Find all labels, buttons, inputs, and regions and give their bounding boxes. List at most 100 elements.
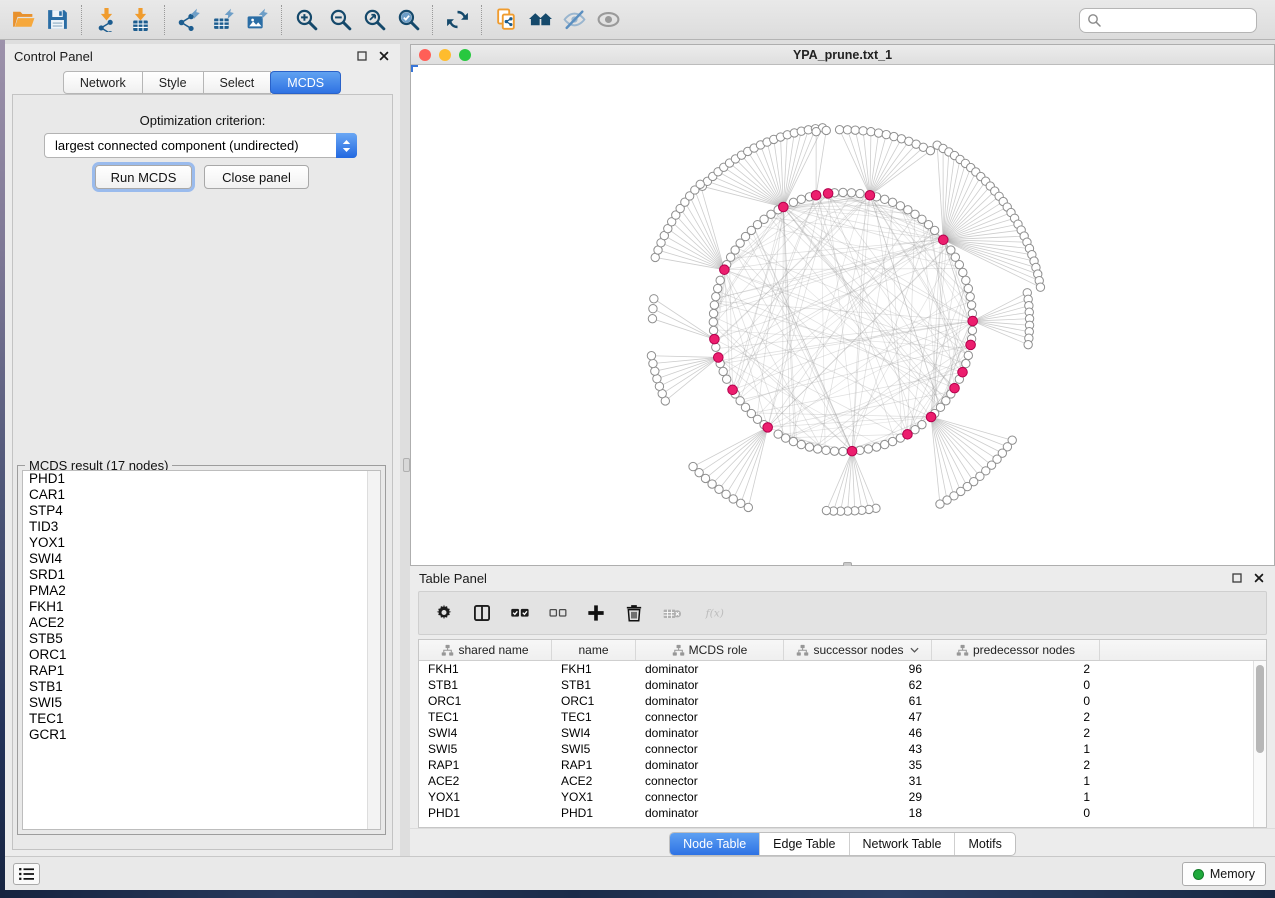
graph-edge[interactable] xyxy=(652,319,714,339)
mcds-result-item[interactable]: ACE2 xyxy=(23,615,380,631)
mcds-result-item[interactable]: TID3 xyxy=(23,519,380,535)
zoom-selected-button[interactable] xyxy=(391,3,425,37)
graph-edge[interactable] xyxy=(870,141,909,195)
graph-node[interactable] xyxy=(710,301,718,309)
table-cell[interactable]: connector xyxy=(636,709,784,725)
graph-node[interactable] xyxy=(881,195,889,203)
mcds-result-item[interactable]: SWI4 xyxy=(23,551,380,567)
graph-edge[interactable] xyxy=(724,167,784,207)
save-button[interactable] xyxy=(40,3,74,37)
graph-node[interactable] xyxy=(648,315,656,323)
graph-node[interactable] xyxy=(847,189,855,197)
graph-edge[interactable] xyxy=(841,451,852,511)
graph-edge[interactable] xyxy=(654,299,715,339)
graph-edge[interactable] xyxy=(931,417,991,465)
graph-node[interactable] xyxy=(774,430,782,438)
graph-node[interactable] xyxy=(930,226,938,234)
tab-select[interactable]: Select xyxy=(203,71,272,94)
graph-edge[interactable] xyxy=(931,417,967,487)
table-cell[interactable]: SWI5 xyxy=(419,741,552,757)
graph-edge[interactable] xyxy=(726,427,768,494)
run-mcds-button[interactable]: Run MCDS xyxy=(95,165,192,189)
column-header-name[interactable]: name xyxy=(552,640,636,660)
table-cell[interactable]: connector xyxy=(636,741,784,757)
mcds-result-item[interactable]: PMA2 xyxy=(23,583,380,599)
graph-node[interactable] xyxy=(713,284,721,292)
graph-dominator-node[interactable] xyxy=(938,235,948,245)
graph-node[interactable] xyxy=(835,126,843,134)
table-row[interactable]: TEC1TEC1connector472 xyxy=(419,709,1253,725)
graph-node[interactable] xyxy=(964,351,972,359)
graph-edge[interactable] xyxy=(931,417,1007,447)
table-cell[interactable]: 0 xyxy=(932,677,1100,693)
table-cell[interactable]: PHD1 xyxy=(552,805,636,821)
graph-node[interactable] xyxy=(888,437,896,445)
float-icon[interactable] xyxy=(354,49,369,64)
table-cell[interactable]: STB1 xyxy=(419,677,552,693)
table-cell[interactable]: 96 xyxy=(784,661,932,677)
table-cell[interactable]: 29 xyxy=(784,789,932,805)
graph-node[interactable] xyxy=(649,305,657,313)
table-row[interactable]: SWI4SWI4dominator462 xyxy=(419,725,1253,741)
table-row[interactable]: PHD1PHD1dominator180 xyxy=(419,805,1253,821)
graph-dominator-node[interactable] xyxy=(958,367,968,377)
mcds-result-item[interactable]: SWI5 xyxy=(23,695,380,711)
graph-edge[interactable] xyxy=(931,417,980,476)
table-row[interactable]: ACE2ACE2connector311 xyxy=(419,773,1253,789)
table-cell[interactable]: RAP1 xyxy=(419,757,552,773)
graph-node[interactable] xyxy=(737,499,745,507)
table-cell[interactable]: SWI4 xyxy=(419,725,552,741)
graph-node[interactable] xyxy=(712,292,720,300)
graph-node[interactable] xyxy=(813,445,821,453)
graph-node[interactable] xyxy=(959,268,967,276)
zoom-fit-button[interactable] xyxy=(357,3,391,37)
graph-node[interactable] xyxy=(822,446,830,454)
export-image-button[interactable] xyxy=(240,3,274,37)
graph-dominator-node[interactable] xyxy=(926,412,936,422)
close-panel-button[interactable]: Close panel xyxy=(204,165,309,189)
graph-node[interactable] xyxy=(716,276,724,284)
table-cell[interactable]: 0 xyxy=(932,693,1100,709)
graph-dominator-node[interactable] xyxy=(823,189,833,199)
graph-node[interactable] xyxy=(1036,283,1044,291)
graph-node[interactable] xyxy=(839,188,847,196)
graph-node[interactable] xyxy=(843,126,851,134)
import-network-button[interactable] xyxy=(89,3,123,37)
criterion-select[interactable]: largest connected component (undirected) xyxy=(44,133,357,158)
graph-node[interactable] xyxy=(647,352,655,360)
graph-node[interactable] xyxy=(1024,340,1032,348)
share-session-button[interactable] xyxy=(489,3,523,37)
column-header-MCDS-role[interactable]: MCDS role xyxy=(636,640,784,660)
table-cell[interactable]: SWI4 xyxy=(552,725,636,741)
graph-edge[interactable] xyxy=(840,130,870,196)
mcds-list-scrollbar[interactable] xyxy=(367,471,380,829)
table-cell[interactable]: 2 xyxy=(932,661,1100,677)
mcds-result-item[interactable]: PHD1 xyxy=(23,471,380,487)
mcds-result-item[interactable]: SRD1 xyxy=(23,567,380,583)
table-cell[interactable]: 1 xyxy=(932,741,1100,757)
graph-node[interactable] xyxy=(872,443,880,451)
graph-node[interactable] xyxy=(650,295,658,303)
tab-network[interactable]: Network xyxy=(63,71,143,94)
table-cell[interactable]: dominator xyxy=(636,661,784,677)
table-cell[interactable]: 1 xyxy=(932,773,1100,789)
graph-edge[interactable] xyxy=(931,417,1002,453)
graph-edge[interactable] xyxy=(733,205,788,390)
scrollbar-thumb[interactable] xyxy=(1256,665,1264,753)
graph-dominator-node[interactable] xyxy=(847,446,857,456)
graph-edge[interactable] xyxy=(662,357,718,393)
graph-node[interactable] xyxy=(719,367,727,375)
graph-node[interactable] xyxy=(881,440,889,448)
delete-row-button[interactable] xyxy=(623,602,645,624)
graph-dominator-node[interactable] xyxy=(710,334,720,344)
graph-dominator-node[interactable] xyxy=(903,430,913,440)
graph-dominator-node[interactable] xyxy=(865,190,875,200)
graph-node[interactable] xyxy=(653,375,661,383)
graph-node[interactable] xyxy=(856,189,864,197)
task-history-button[interactable] xyxy=(13,863,40,885)
table-cell[interactable]: PHD1 xyxy=(419,805,552,821)
graph-node[interactable] xyxy=(822,126,830,134)
memory-button[interactable]: Memory xyxy=(1182,862,1266,886)
table-cell[interactable]: dominator xyxy=(636,725,784,741)
graph-node[interactable] xyxy=(709,326,717,334)
